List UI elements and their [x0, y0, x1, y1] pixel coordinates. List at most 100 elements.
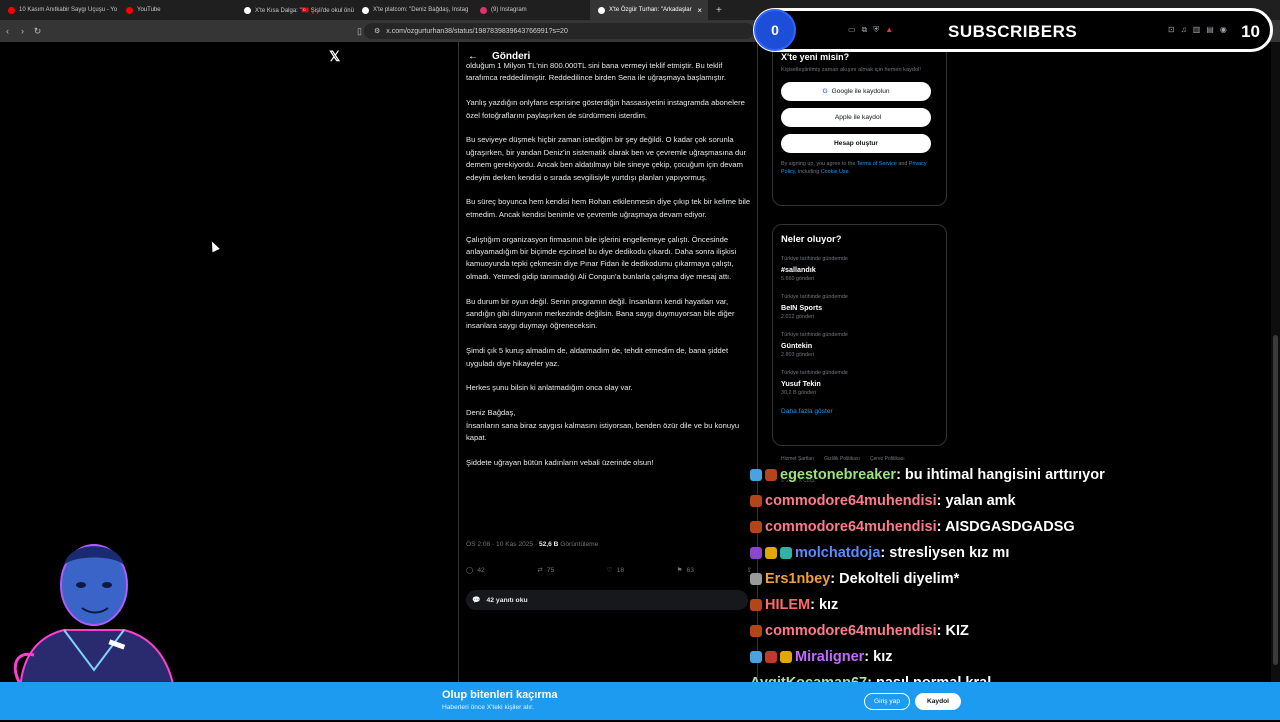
browser-tab[interactable]: YouTube [118, 0, 236, 20]
chat-badge-icon [750, 521, 762, 533]
bookmark-count: 63 [686, 566, 694, 574]
google-icon: G [822, 88, 828, 95]
post-paragraph: Deniz Bağdaş, İnsanların sana biraz sayg… [466, 408, 740, 443]
forward-icon[interactable]: › [15, 26, 30, 36]
chat-badge-icon [765, 651, 777, 663]
apple-signup-button[interactable]: Apple ile kaydol [781, 108, 931, 127]
toolbar-icons: ▭ ⧉ ⛨ ▲ [848, 25, 893, 35]
signup-card: X'te yeni misin? Kişiselleştirilmiş zama… [772, 42, 947, 206]
chat-message: egestonebreaker: bu ihtimal hangisini ar… [750, 462, 1270, 488]
trend-item[interactable]: Türkiye tarihinde gündemde Yusuf Tekin 30,… [781, 370, 938, 396]
trend-title: #sallandık [781, 265, 816, 274]
trend-count: 2.803 gönderi [781, 352, 814, 358]
chat-message: Miraligner: kız [750, 644, 1270, 670]
post-meta: ÖS 2:08 · 10 Kas 2025 · 52,6 B Görüntüle… [466, 541, 598, 548]
browser-tab[interactable]: X'te Kısa Dalga: "🇹🇷 Şişli'de okul önü [236, 0, 354, 20]
browser-tab[interactable]: X'te platcom: "Deniz Bağdaş, Instag [354, 0, 472, 20]
warning-icon: ▲ [885, 25, 894, 34]
post-paragraph: Şiddete uğrayan bütün kadınların vebali … [466, 457, 654, 467]
signup-banner: Olup bitenleri kaçırma Haberleri önce X'… [0, 682, 1280, 720]
chat-badge-icon [750, 651, 762, 663]
google-signup-button[interactable]: G Google ile kaydolun [781, 82, 931, 101]
bookmark-button[interactable]: ⚑ 63 [676, 566, 694, 575]
post-actions: ◯ 42 ⇄ 75 ♡ 18 ⚑ 63 ⇪ [466, 566, 752, 575]
site-info-icon[interactable]: ⚙ [374, 27, 380, 35]
retweet-count: 75 [546, 566, 555, 574]
signup-button[interactable]: Kaydol [915, 693, 961, 710]
cookie-link[interactable]: Cookie Use. [821, 169, 850, 175]
subscriber-goal-widget: 0 ▭ ⧉ ⛨ ▲ SUBSCRIBERS ⊡ ♫ ▥ ▤ ◉ 10 [753, 8, 1273, 52]
chat-message: molchatdoja: stresliysen kız mı [750, 540, 1270, 566]
trend-item[interactable]: Türkiye tarihinde gündemde BeIN Sports 2.0… [781, 294, 938, 320]
url-field[interactable]: ⚙ x.com/ozgurturhan38/status/19878398396… [364, 23, 754, 39]
tab-favicon-icon [362, 6, 369, 14]
tab-favicon-icon [598, 6, 605, 14]
trend-item[interactable]: Türkiye tarihinde gündemde #sallandık 5.66… [781, 256, 938, 282]
terms-link[interactable]: Terms of Service [857, 161, 897, 167]
music-icon: ♫ [1180, 25, 1187, 34]
browser-tab[interactable]: 10 Kasım Anıtkabir Saygı Uçuşu - Yo [0, 0, 118, 20]
tab-label: X'te platcom: "Deniz Bağdaş, Instag [373, 7, 469, 13]
create-account-button[interactable]: Hesap oluştur [781, 134, 931, 153]
chat-username: commodore64muhendisi [765, 623, 937, 639]
chat-message: Ers1nbey: Dekolteli diyelim* [750, 566, 1270, 592]
apple-signup-label: Apple ile kaydol [834, 114, 882, 121]
trends-title: Neler oluyor? [781, 233, 842, 244]
save-icon: ⊡ [1168, 25, 1175, 34]
reply-icon: ◯ [466, 567, 474, 574]
scrollbar-thumb[interactable] [1273, 335, 1278, 665]
trend-category: Türkiye tarihinde gündemde [781, 256, 848, 262]
trend-title: Yusuf Tekin [781, 379, 821, 388]
chat-badge-icon [765, 469, 777, 481]
tab-label: (9) Instagram [491, 7, 527, 13]
close-tab-icon[interactable]: × [697, 6, 702, 15]
reload-icon[interactable]: ↻ [30, 26, 45, 37]
chat-badge-icon [780, 651, 792, 663]
tab-label: X'te Özgür Turhan: "Arkadaşlar [609, 7, 692, 13]
trend-category: Türkiye tarihinde gündemde [781, 332, 848, 338]
chat-badge-icon [750, 469, 762, 481]
show-more-link[interactable]: Daha fazla göster [781, 408, 938, 415]
browser-tab[interactable]: (9) Instagram [472, 0, 590, 20]
trend-category: Türkiye tarihinde gündemde [781, 294, 848, 300]
trend-item[interactable]: Türkiye tarihinde gündemde Güntekin 2.803 … [781, 332, 938, 358]
banner-title: Olup bitenleri kaçırma [442, 689, 558, 701]
chat-badge-icon [780, 547, 792, 559]
chat-badge-icon [750, 495, 762, 507]
heart-icon: ♡ [606, 567, 613, 574]
post-paragraph: olduğum 1 Milyon TL'nin 800.000TL sini b… [466, 61, 726, 83]
trend-count: 30,2 B gönderi [781, 390, 817, 396]
post-paragraph: Çalıştığım organizasyon firmasının bile … [466, 234, 737, 281]
retweet-icon: ⇄ [537, 567, 543, 574]
terms-including: , including [794, 169, 821, 175]
read-replies-button[interactable]: 💬 42 yanıtı oku [466, 590, 748, 610]
post-paragraph: Yanlış yazdığın onlyfans esprisine göste… [466, 98, 745, 120]
post-body: olduğum 1 Milyon TL'nin 800.000TL sini b… [466, 60, 752, 482]
chat-text: : yalan amk [936, 493, 1016, 509]
browser-tab[interactable]: X'te Özgür Turhan: "Arkadaşlar × [590, 0, 708, 20]
google-signup-label: Google ile kaydolun [831, 88, 890, 95]
new-tab-button[interactable]: + [716, 5, 722, 16]
chat-badge-icon [750, 625, 762, 637]
like-button[interactable]: ♡ 18 [606, 566, 625, 575]
x-logo-icon[interactable]: 𝕏 [329, 48, 340, 65]
trend-title: BeIN Sports [781, 303, 823, 312]
subscriber-count: 0 [754, 9, 796, 51]
chat-badge-icon [750, 599, 762, 611]
post-paragraph: Şimdi çık 5 kuruş almadım de, aldatmadım… [466, 346, 729, 368]
create-account-label: Hesap oluştur [834, 140, 878, 147]
post-time[interactable]: ÖS 2:08 · 10 Kas 2025 · [466, 541, 539, 548]
post-views-label: Görüntüleme [558, 541, 599, 548]
signup-subtitle: Kişiselleştirilmiş zaman akışını almak i… [781, 67, 921, 73]
column-divider [458, 42, 459, 682]
post-paragraph: Bu süreç boyunca hem kendisi hem Rohan e… [466, 197, 751, 219]
reply-button[interactable]: ◯ 42 [466, 566, 485, 575]
like-count: 18 [616, 566, 625, 574]
login-button[interactable]: Giriş yap [864, 693, 910, 710]
back-icon[interactable]: ‹ [0, 26, 15, 36]
chat-text: : kız [810, 597, 839, 613]
banner-subtitle: Haberleri önce X'teki kişiler alır. [442, 704, 534, 711]
bookmark-icon: ⚑ [676, 567, 683, 574]
retweet-button[interactable]: ⇄ 75 [537, 566, 555, 575]
chat-text: : bu ihtimal hangisini arttırıyor [896, 467, 1105, 483]
